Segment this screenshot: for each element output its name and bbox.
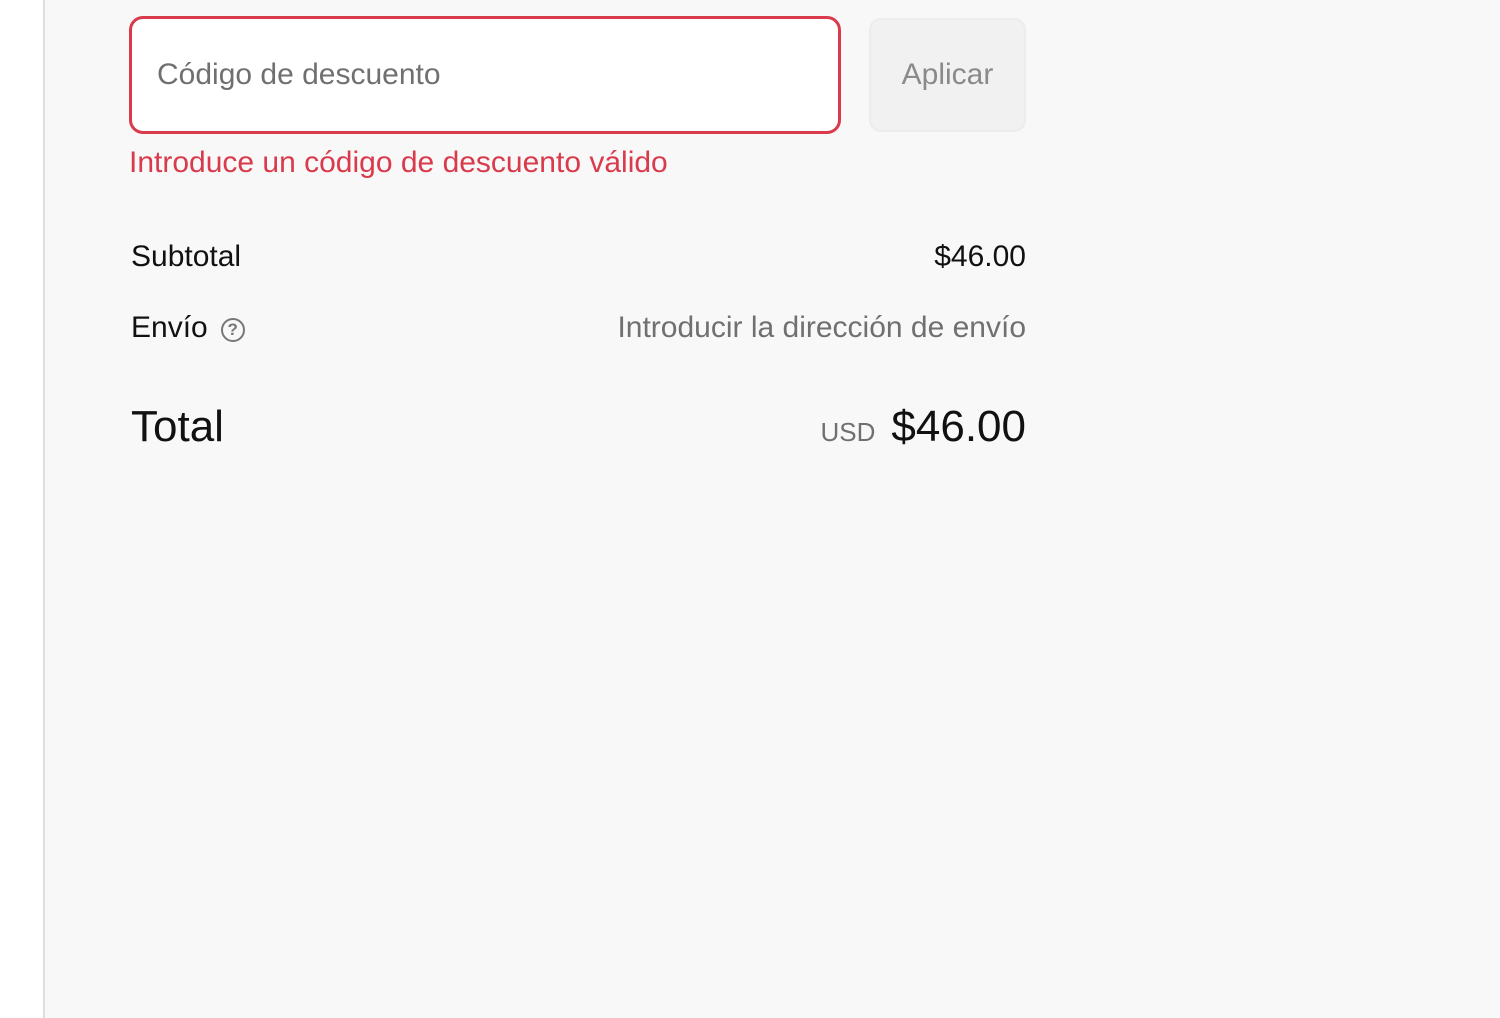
total-value-group: USD $46.00 <box>821 402 1026 452</box>
shipping-label: Envío <box>131 311 208 344</box>
total-amount: $46.00 <box>891 402 1026 451</box>
subtotal-value: $46.00 <box>934 240 1026 273</box>
total-label: Total <box>131 402 224 451</box>
subtotal-row: Subtotal $46.00 <box>131 240 1026 274</box>
question-circle-icon[interactable]: ? <box>220 318 245 342</box>
left-content-edge <box>0 0 43 1018</box>
total-row: Total USD $46.00 <box>131 402 1026 452</box>
apply-discount-button[interactable]: Aplicar <box>869 18 1026 132</box>
order-summary-panel: Aplicar Introduce un código de descuento… <box>43 0 1500 1018</box>
currency-code: USD <box>820 417 876 447</box>
discount-code-input[interactable] <box>129 16 841 134</box>
shipping-label-group: Envío ? <box>131 311 245 345</box>
shipping-value: Introducir la dirección de envío <box>617 311 1026 344</box>
subtotal-label: Subtotal <box>131 240 242 273</box>
discount-error-message: Introduce un código de descuento válido <box>129 146 668 179</box>
shipping-row: Envío ? Introducir la dirección de envío <box>131 311 1026 345</box>
discount-code-row: Aplicar <box>129 16 1026 134</box>
